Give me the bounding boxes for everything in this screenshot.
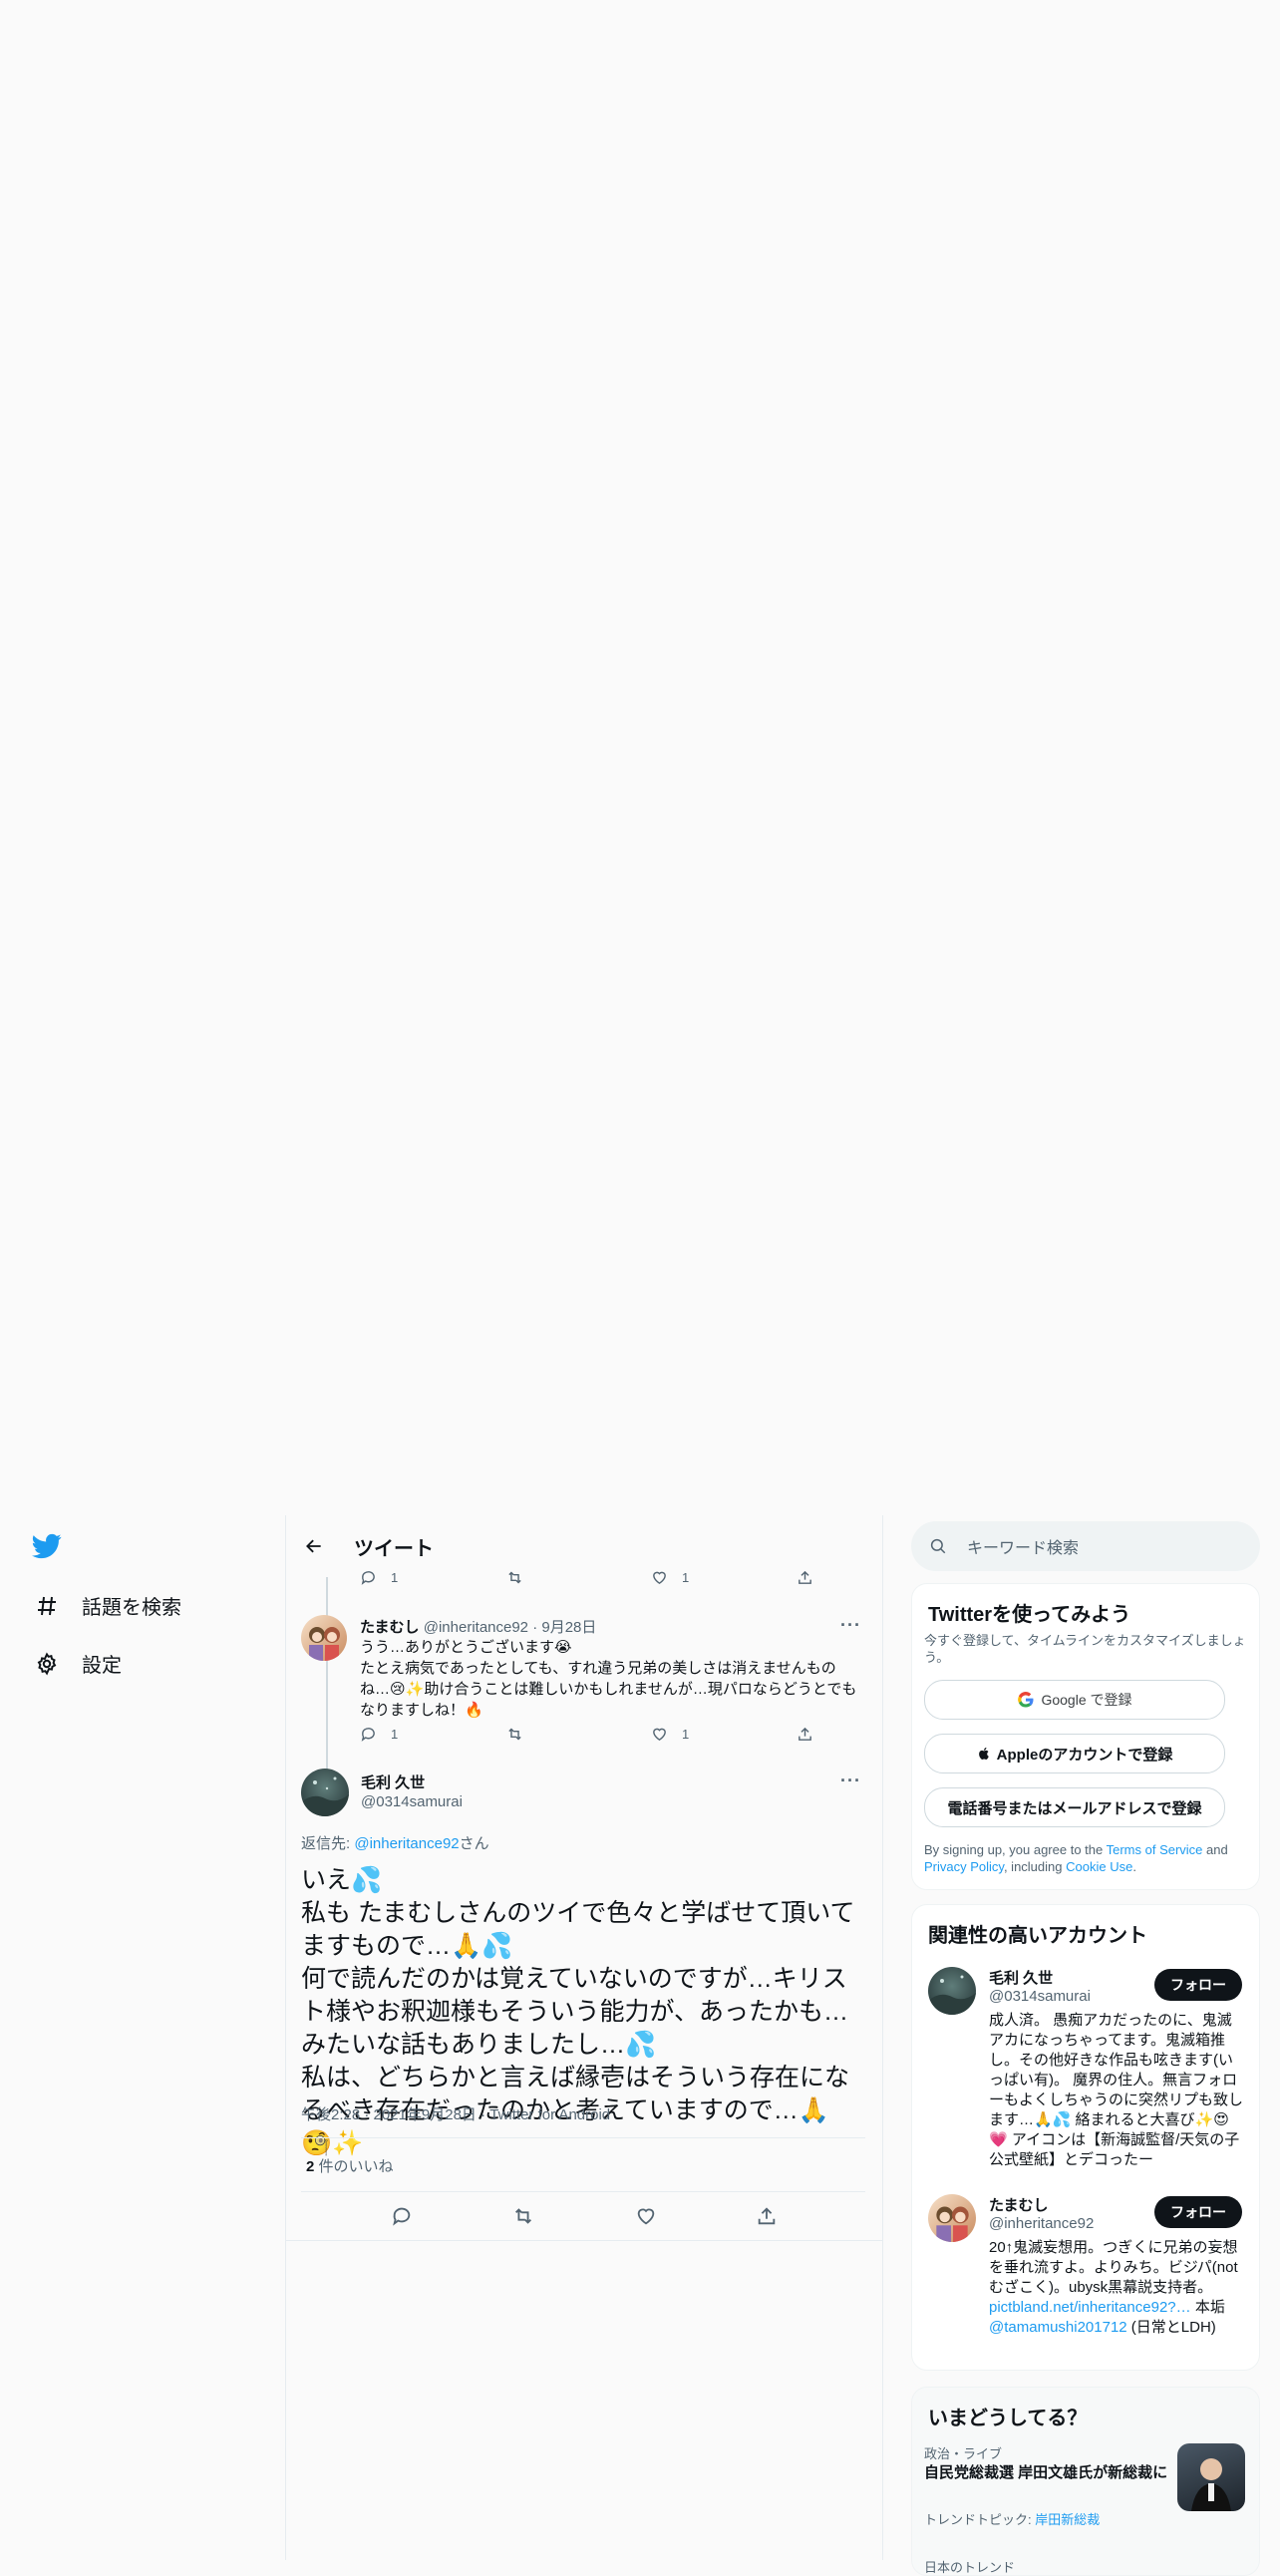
reply-count: 1 — [391, 1727, 399, 1742]
author-handle[interactable]: @0314samurai — [361, 1793, 463, 1810]
retweet-icon[interactable] — [511, 2205, 535, 2232]
trends-card: いまどうしてる？ 政治・ライブ 自民党総裁選 岸田文雄氏が新総裁に トレンドトピ… — [911, 2387, 1260, 2576]
search-input[interactable]: キーワード検索 — [967, 1534, 1079, 1558]
google-g-icon — [1017, 1691, 1035, 1709]
signup-card: Twitterを使ってみよう 今すぐ登録して、タイムラインをカスタマイズしましょ… — [911, 1583, 1260, 1890]
bio-mention-link[interactable]: @tamamushi201712 — [989, 2319, 1127, 2336]
signup-title: Twitterを使ってみよう — [928, 1604, 1131, 1626]
trend-title: 自民党総裁選 岸田文雄氏が新総裁に — [924, 2464, 1168, 2481]
nav-explore-label: 話題を検索 — [82, 1597, 181, 1619]
account-name[interactable]: たまむし — [989, 2194, 1049, 2215]
search-icon — [929, 1537, 947, 1555]
account-bio: 成人済。 愚痴アカだったのに、鬼滅アカになっちゃってます。鬼滅箱推し。その他好き… — [989, 2012, 1244, 2168]
google-signup-button[interactable]: Google で登録 — [924, 1680, 1225, 1720]
account-bio: 20↑鬼滅妄想用。つぎくに兄弟の妄想を垂れ流すよ。よりみち。ビジパ(notむざこ… — [989, 2239, 1238, 2336]
thread-line — [326, 1577, 328, 1776]
reply-button[interactable]: 1 — [360, 1726, 505, 1743]
trend-item[interactable]: 政治・ライブ 自民党総裁選 岸田文雄氏が新総裁に トレンドトピック: 岸田新総裁 — [912, 2443, 1261, 2533]
share-icon[interactable] — [756, 2205, 778, 2232]
trend-category: 政治・ライブ — [924, 2446, 1003, 2461]
terms-link[interactable]: Terms of Service — [1107, 1842, 1203, 1857]
reply-tweet-header: たまむし @inheritance92 · 9月28日 — [360, 1619, 597, 1636]
likes-summary[interactable]: 2 件のいいね — [306, 2155, 394, 2176]
avatar[interactable] — [301, 1769, 349, 1816]
main-column: ツイート 1 1 たまむし @inheritance92 · 9月28日 ···… — [285, 1515, 883, 2560]
reply-count: 1 — [391, 1570, 399, 1585]
search-box[interactable]: キーワード検索 — [911, 1521, 1260, 1571]
apple-signup-label: Appleのアカウントで登録 — [996, 1746, 1173, 1764]
author-name[interactable]: 毛利 久世 — [361, 1771, 425, 1792]
hashtag-icon — [34, 1593, 60, 1619]
like-button[interactable]: 1 — [651, 1726, 797, 1743]
phone-email-signup-label: 電話番号またはメールアドレスで登録 — [947, 1799, 1202, 1817]
retweet-button[interactable] — [505, 1726, 651, 1743]
trend-topic-link[interactable]: 岸田新総裁 — [1035, 2512, 1100, 2527]
retweet-button[interactable] — [505, 1569, 651, 1586]
nav-explore[interactable]: 話題を検索 — [34, 1591, 181, 1620]
divider — [301, 2137, 865, 2138]
more-icon[interactable]: ··· — [840, 1615, 861, 1636]
likes-label: 件のいいね — [314, 2158, 394, 2175]
reply-to-line: 返信先: @inheritance92さん — [301, 1835, 489, 1852]
nav-settings[interactable]: 設定 — [34, 1649, 122, 1678]
prev-tweet-actions: 1 1 — [360, 1569, 942, 1586]
more-icon[interactable]: ··· — [840, 1771, 861, 1791]
google-signup-label: Google で登録 — [1041, 1692, 1132, 1708]
tweet-header: ツイート — [286, 1515, 882, 1577]
tweet-timestamp[interactable]: 午後2:28 · 2021年9月28日 · Twitter for Androi… — [301, 2103, 610, 2124]
cookie-link[interactable]: Cookie Use — [1066, 1859, 1132, 1874]
back-arrow-icon[interactable] — [298, 1530, 330, 1562]
tweet-date[interactable]: 9月28日 — [541, 1619, 596, 1636]
avatar[interactable] — [928, 1967, 976, 2015]
reply-tweet-text: うう…ありがとうございます😭 たとえ病気であったとしても、すれ違う兄弟の美しさは… — [360, 1639, 857, 1719]
gear-icon — [34, 1651, 60, 1677]
divider — [286, 2240, 882, 2241]
account-handle[interactable]: @inheritance92 — [989, 2215, 1094, 2232]
trend-thumbnail — [1177, 2443, 1245, 2511]
avatar[interactable] — [928, 2194, 976, 2242]
like-count: 1 — [682, 1570, 690, 1585]
avatar[interactable] — [301, 1615, 347, 1661]
reply-tweet-actions: 1 1 — [360, 1726, 942, 1743]
apple-signup-button[interactable]: Appleのアカウントで登録 — [924, 1734, 1225, 1773]
follow-button[interactable]: フォロー — [1154, 1969, 1242, 2001]
signup-subtitle: 今すぐ登録して、タイムラインをカスタマイズしましょう。 — [924, 1633, 1246, 1665]
page-title: ツイート — [354, 1537, 434, 1560]
twitter-logo-icon[interactable] — [32, 1531, 62, 1561]
bio-link[interactable]: pictbland.net/inheritance92?… — [989, 2299, 1191, 2316]
reply-to-mention-link[interactable]: @inheritance92 — [354, 1835, 459, 1852]
relevant-accounts-card: 関連性の高いアカウント 毛利 久世 @0314samurai フォロー 成人済。… — [911, 1904, 1260, 2371]
relevant-title: 関連性の高いアカウント — [928, 1925, 1147, 1947]
account-handle[interactable]: @0314samurai — [989, 1988, 1091, 2005]
nav-settings-label: 設定 — [82, 1655, 122, 1677]
like-count: 1 — [682, 1727, 690, 1742]
trend-topic: トレンドトピック: 岸田新総裁 — [924, 2512, 1101, 2527]
divider — [301, 2191, 865, 2192]
reply-icon[interactable] — [391, 2205, 413, 2232]
signup-legal-text: By signing up, you agree to the Terms of… — [924, 1842, 1228, 1874]
account-name[interactable]: 毛利 久世 — [989, 1967, 1053, 1988]
privacy-link[interactable]: Privacy Policy — [924, 1859, 1004, 1874]
trends-title: いまどうしてる？ — [928, 2408, 1088, 2429]
author-handle[interactable]: @inheritance92 — [424, 1619, 528, 1636]
phone-email-signup-button[interactable]: 電話番号またはメールアドレスで登録 — [924, 1787, 1225, 1827]
main-tweet-actions — [286, 2205, 882, 2232]
heart-icon[interactable] — [635, 2205, 657, 2232]
reply-button[interactable]: 1 — [360, 1569, 505, 1586]
follow-button[interactable]: フォロー — [1154, 2196, 1242, 2228]
author-name[interactable]: たまむし — [360, 1619, 420, 1636]
apple-icon — [977, 1746, 991, 1762]
like-button[interactable]: 1 — [651, 1569, 797, 1586]
